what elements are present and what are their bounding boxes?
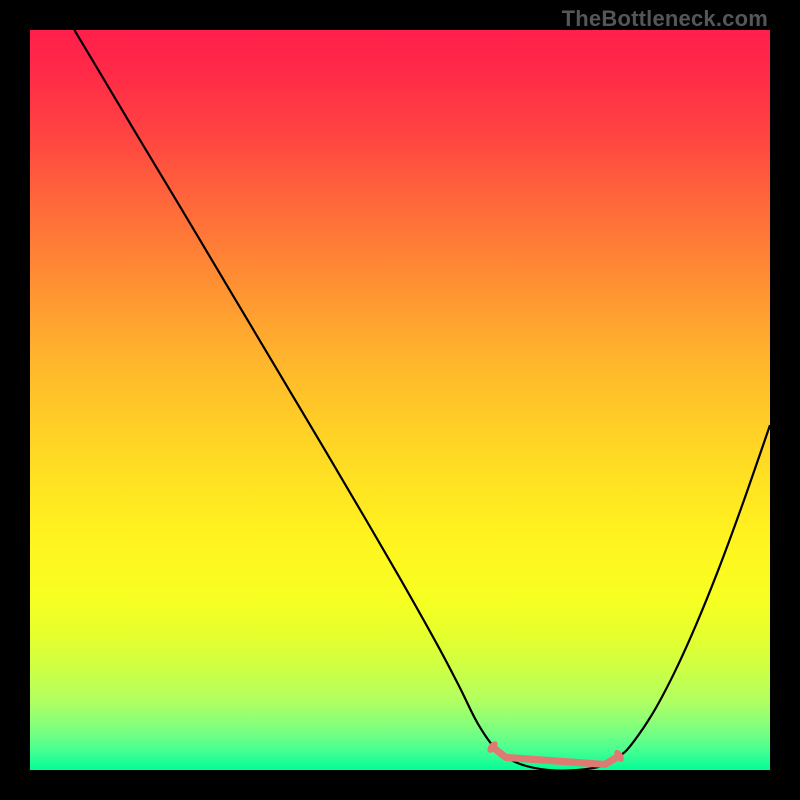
watermark-text: TheBottleneck.com [562,6,768,32]
sweet-spot-marker [485,739,625,764]
bottleneck-curve [74,30,770,770]
plot-area [30,30,770,770]
chart-container: TheBottleneck.com [0,0,800,800]
curve-layer [30,30,770,770]
